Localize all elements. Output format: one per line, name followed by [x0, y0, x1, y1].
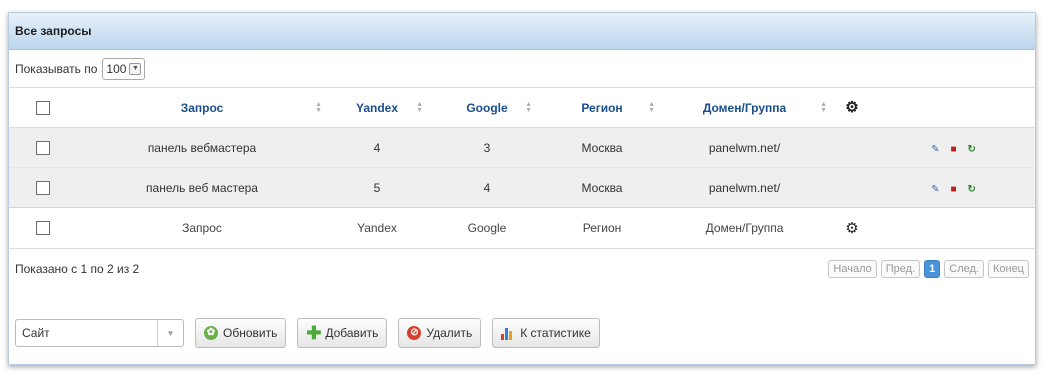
- delete-button[interactable]: ⊘ Удалить: [398, 318, 482, 348]
- add-button-label: Добавить: [325, 326, 379, 340]
- stats-button[interactable]: К статистике: [492, 318, 600, 348]
- table-row: панель веб мастера 5 4 Москва panelwm.ne…: [9, 167, 1035, 208]
- panel-title: Все запросы: [15, 24, 92, 38]
- delete-button-label: Удалить: [426, 326, 473, 340]
- chevron-down-icon: ▼: [129, 62, 142, 75]
- refresh-icon[interactable]: ↻: [968, 144, 976, 155]
- cell-domain: panelwm.net/: [657, 127, 832, 168]
- table-info: Показано с 1 по 2 из 2: [15, 261, 140, 276]
- pager-last-button[interactable]: Конец: [987, 259, 1029, 278]
- column-header-yandex[interactable]: Yandex ▲ ▼: [327, 88, 427, 128]
- column-header-actions: [872, 88, 1035, 128]
- cell-region: Москва: [547, 167, 657, 208]
- pager-page-button[interactable]: 1: [924, 259, 941, 278]
- select-all-checkbox-footer[interactable]: [36, 221, 50, 236]
- row-checkbox[interactable]: [36, 140, 50, 155]
- refresh-button-label: Обновить: [223, 326, 278, 340]
- site-select[interactable]: Сайт ▼: [15, 319, 184, 347]
- footer-empty-cell: [872, 207, 1035, 249]
- select-all-cell: [9, 88, 77, 128]
- refresh-icon[interactable]: ↻: [968, 184, 976, 195]
- refresh-button[interactable]: ✿ Обновить: [195, 318, 287, 348]
- queries-table: Запрос ▲ ▼ Yandex ▲ ▼ Google ▲ ▼ Регион ▲ ▼ …: [9, 88, 1035, 249]
- cell-empty: [832, 167, 872, 208]
- sort-icon: ▲ ▼: [416, 100, 423, 114]
- cell-google: 3: [427, 127, 547, 168]
- sort-icon: ▲ ▼: [648, 100, 655, 114]
- stats-button-label: К статистике: [520, 326, 591, 340]
- cell-yandex: 5: [327, 167, 427, 208]
- sort-icon: ▲ ▼: [315, 100, 322, 114]
- column-label-domain: Домен/Группа: [702, 100, 787, 115]
- refresh-icon: ✿: [204, 326, 218, 340]
- footer-label-query: Запрос: [77, 207, 327, 249]
- select-all-checkbox[interactable]: [36, 100, 50, 115]
- page-length-value: 100: [106, 61, 127, 76]
- footer-select-cell: [9, 207, 77, 249]
- cell-yandex: 4: [327, 127, 427, 168]
- column-header-query[interactable]: Запрос ▲ ▼: [77, 88, 327, 128]
- pencil-icon[interactable]: ✎: [931, 144, 939, 155]
- page-length-control: Показывать по 100 ▼: [9, 50, 1035, 88]
- row-select-cell: [9, 167, 77, 208]
- footer-label-google: Google: [427, 207, 547, 249]
- cell-query: панель вебмастера: [77, 127, 327, 168]
- cell-region: Москва: [547, 127, 657, 168]
- table-info-row: Показано с 1 по 2 из 2 Начало Пред. 1 Сл…: [9, 249, 1035, 288]
- column-header-region[interactable]: Регион ▲ ▼: [547, 88, 657, 128]
- footer-label-region: Регион: [547, 207, 657, 249]
- page-length-select[interactable]: 100 ▼: [102, 57, 146, 80]
- footer-settings-cell: ⚙: [832, 207, 872, 249]
- row-checkbox[interactable]: [36, 180, 50, 195]
- column-label-yandex: Yandex: [355, 100, 399, 115]
- plus-icon: ✚: [306, 323, 322, 343]
- sort-icon: ▲ ▼: [820, 100, 827, 114]
- row-select-cell: [9, 127, 77, 168]
- trash-icon[interactable]: ■: [950, 144, 956, 155]
- pager-next-button[interactable]: След.: [944, 259, 984, 278]
- page-length-label: Показывать по: [15, 61, 98, 76]
- site-select-value: Сайт: [22, 326, 50, 340]
- cell-google: 4: [427, 167, 547, 208]
- footer-label-yandex: Yandex: [327, 207, 427, 249]
- pager-prev-button[interactable]: Пред.: [880, 259, 921, 278]
- column-label-region: Регион: [581, 100, 623, 115]
- pencil-icon[interactable]: ✎: [931, 184, 939, 195]
- queries-panel: Все запросы Показывать по 100 ▼ Запрос ▲…: [8, 12, 1036, 365]
- sort-icon: ▲ ▼: [525, 100, 532, 114]
- cell-domain: panelwm.net/: [657, 167, 832, 208]
- column-header-domain[interactable]: Домен/Группа ▲ ▼: [657, 88, 832, 128]
- column-label-google: Google: [466, 100, 508, 115]
- pager-first-button[interactable]: Начало: [828, 259, 877, 278]
- gear-icon[interactable]: ⚙: [845, 100, 858, 115]
- chevron-down-icon: ▼: [157, 320, 183, 346]
- cell-query: панель веб мастера: [77, 167, 327, 208]
- bar-chart-icon: [501, 326, 515, 340]
- cell-actions: ✎ ■ ↻: [872, 167, 1035, 208]
- add-button[interactable]: ✚ Добавить: [297, 318, 388, 348]
- trash-icon[interactable]: ■: [950, 184, 956, 195]
- column-header-settings[interactable]: ⚙: [832, 88, 872, 128]
- delete-icon: ⊘: [407, 326, 422, 340]
- column-label-query: Запрос: [180, 100, 224, 115]
- table-header-row: Запрос ▲ ▼ Yandex ▲ ▼ Google ▲ ▼ Регион ▲ ▼ …: [9, 88, 1035, 128]
- cell-empty: [832, 127, 872, 168]
- gear-icon[interactable]: ⚙: [845, 221, 858, 236]
- table-row: панель вебмастера 4 3 Москва panelwm.net…: [9, 127, 1035, 168]
- cell-actions: ✎ ■ ↻: [872, 127, 1035, 168]
- column-header-google[interactable]: Google ▲ ▼: [427, 88, 547, 128]
- pagination: Начало Пред. 1 След. Конец: [828, 259, 1029, 278]
- bulk-actions-bar: Сайт ▼ ✿ Обновить ✚ Добавить ⊘ Удалить К…: [15, 318, 600, 348]
- table-footer-row: Запрос Yandex Google Регион Домен/Группа…: [9, 207, 1035, 249]
- panel-header: Все запросы: [9, 13, 1035, 50]
- footer-label-domain: Домен/Группа: [657, 207, 832, 249]
